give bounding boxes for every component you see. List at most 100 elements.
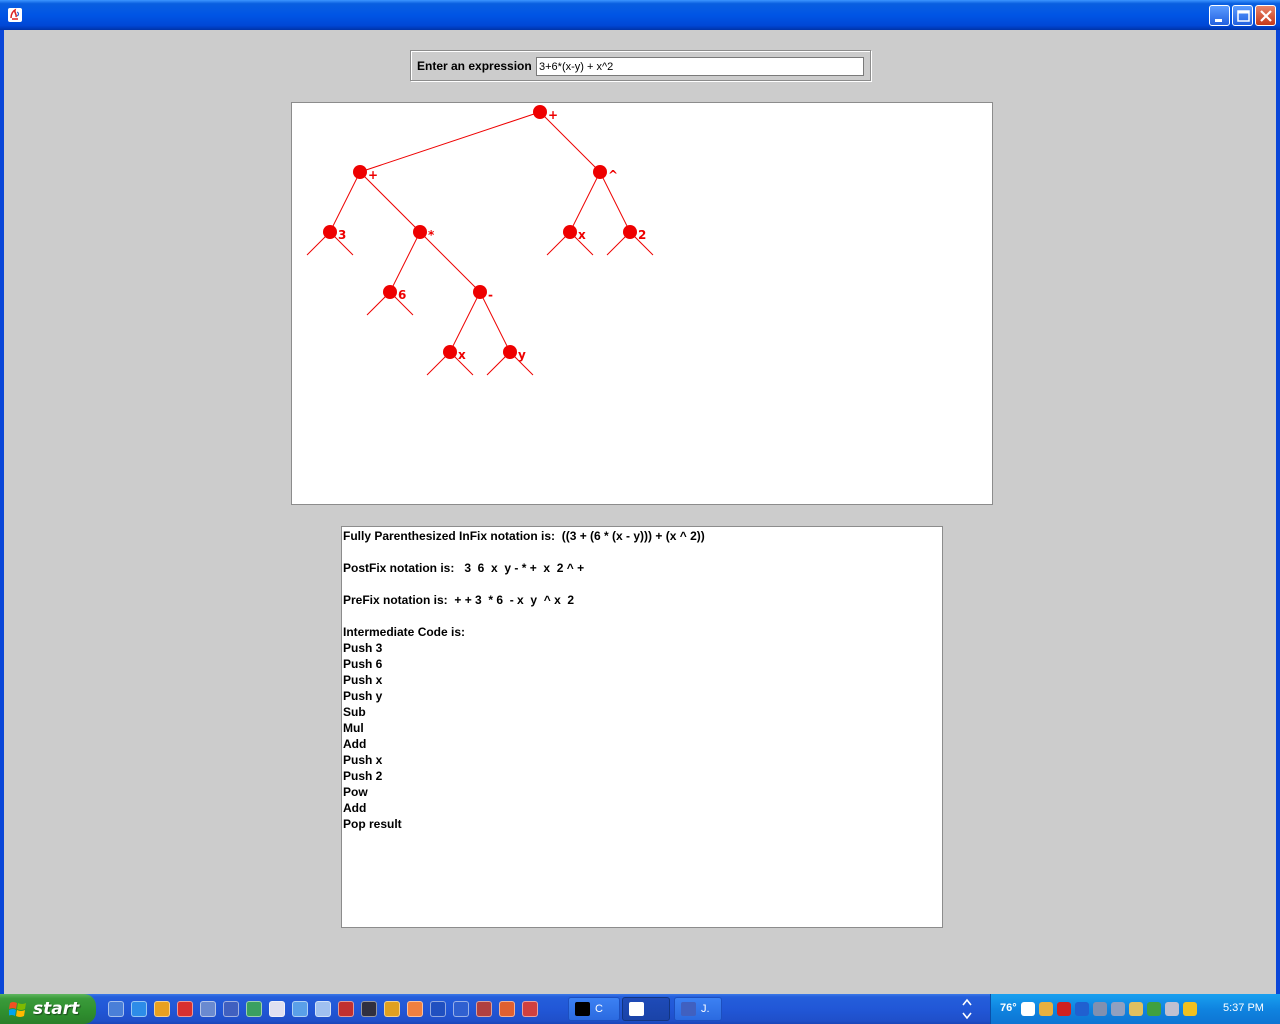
internet-explorer-icon[interactable] [131, 1001, 147, 1017]
tray-temperature[interactable]: 76° [1000, 1002, 1017, 1014]
tree-node-label: + [368, 168, 378, 182]
output-line: Push 6 [343, 657, 383, 671]
output-line: Pow [343, 785, 368, 799]
tree-node-label: 6 [398, 288, 406, 302]
windows-logo-icon [9, 1002, 26, 1017]
close-icon [1260, 10, 1272, 22]
tray-burger-icon[interactable] [1039, 1002, 1053, 1016]
messenger-icon[interactable] [246, 1001, 262, 1017]
output-line: Fully Parenthesized InFix notation is: (… [343, 529, 705, 543]
tray-msn-icon[interactable] [1129, 1002, 1143, 1016]
security-icon[interactable] [338, 1001, 354, 1017]
minimize-icon [1215, 19, 1222, 22]
tree-node-label: * [428, 228, 435, 242]
search-icon[interactable] [292, 1001, 308, 1017]
expression-tree-canvas: + + ^ 3 * x 2 6 - x y [291, 102, 993, 505]
tray-clock-icon[interactable] [1021, 1002, 1035, 1016]
tree-node [473, 285, 487, 299]
tray-device-icon[interactable] [1165, 1002, 1179, 1016]
output-line: Add [343, 801, 367, 815]
mail-icon[interactable] [269, 1001, 285, 1017]
java-launch-icon[interactable] [522, 1001, 538, 1017]
tree-node [353, 165, 367, 179]
output-line: Push x [343, 673, 383, 687]
output-line: PreFix notation is: + + 3 * 6 - x y ^ x … [343, 593, 575, 607]
tree-node [563, 225, 577, 239]
output-line: Push 3 [343, 641, 383, 655]
title-bar[interactable] [0, 0, 1280, 30]
pencil-icon[interactable] [384, 1001, 400, 1017]
tray-power-icon[interactable] [1183, 1002, 1197, 1016]
navigator-icon[interactable] [453, 1001, 469, 1017]
arrows-icon[interactable] [430, 1001, 446, 1017]
monitor-icon[interactable] [361, 1001, 377, 1017]
chevron-up-icon[interactable] [962, 998, 972, 1006]
output-line: Pop result [343, 817, 402, 831]
output-line: Push 2 [343, 769, 383, 783]
start-button[interactable]: start [0, 994, 96, 1024]
minimize-button[interactable] [1209, 5, 1230, 26]
system-tray: 76° 5:37 PM [990, 994, 1280, 1024]
start-label: start [33, 999, 80, 1019]
envelope-icon[interactable] [499, 1001, 515, 1017]
acrobat-icon[interactable] [177, 1001, 193, 1017]
output-line: Push y [343, 689, 383, 703]
close-button[interactable] [1255, 5, 1276, 26]
maximize-icon [1237, 10, 1250, 22]
jcreator-icon [681, 1002, 696, 1016]
tray-info-icon[interactable] [1075, 1002, 1089, 1016]
expression-tree: + + ^ 3 * x 2 6 - x y [306, 105, 654, 376]
tree-node [533, 105, 547, 119]
tree-node [623, 225, 637, 239]
tree-node-label: + [548, 108, 558, 122]
output-line: Add [343, 737, 367, 751]
output-text-area[interactable]: Fully Parenthesized InFix notation is: (… [341, 526, 943, 928]
expression-panel: Enter an expression [410, 50, 871, 81]
output-line: PostFix notation is: 3 6 x y - * + x 2 ^… [343, 561, 585, 575]
drive-icon[interactable] [315, 1001, 331, 1017]
taskbar: start C J. 76° 5:37 PM [0, 994, 1280, 1024]
tree-edge [359, 111, 541, 173]
tree-node-label: - [488, 288, 493, 302]
tree-node [413, 225, 427, 239]
network-icon[interactable] [407, 1001, 423, 1017]
tree-node-label: 3 [338, 228, 346, 242]
tree-node-label: x [578, 228, 586, 242]
clock[interactable]: 5:37 PM [1223, 1002, 1264, 1014]
output-line: Sub [343, 705, 366, 719]
chevron-down-icon[interactable] [962, 1012, 972, 1020]
tools-icon[interactable] [476, 1001, 492, 1017]
output-line: Push x [343, 753, 383, 767]
task-button-java-app[interactable] [622, 997, 670, 1021]
tree-node [383, 285, 397, 299]
tree-edge [479, 291, 511, 353]
expression-label: Enter an expression [417, 59, 532, 73]
tree-node [443, 345, 457, 359]
tree-node [593, 165, 607, 179]
tray-zonealarm-icon[interactable] [1057, 1002, 1071, 1016]
tree-edge [569, 171, 601, 233]
tree-edge [329, 171, 361, 233]
task-label: C [595, 1003, 603, 1015]
media-player-icon[interactable] [154, 1001, 170, 1017]
output-line: Intermediate Code is: [343, 625, 466, 639]
tree-node-label: y [518, 348, 526, 362]
cmd-icon [575, 1002, 590, 1016]
tray-network-icon[interactable] [1111, 1002, 1125, 1016]
tray-update-icon[interactable] [1147, 1002, 1161, 1016]
task-button-jcreator[interactable]: J. [674, 997, 722, 1021]
task-label: J. [701, 1003, 710, 1015]
taskbar-scroll-arrows[interactable] [958, 994, 976, 1024]
tree-node [323, 225, 337, 239]
maximize-button[interactable] [1232, 5, 1253, 26]
java-app-icon [8, 8, 22, 22]
printer-icon[interactable] [200, 1001, 216, 1017]
expression-input[interactable] [536, 57, 864, 76]
tree-node [503, 345, 517, 359]
quick-launch-icon[interactable] [108, 1001, 124, 1017]
jcreator-launch-icon[interactable] [223, 1001, 239, 1017]
tree-edge [449, 291, 481, 353]
tray-audio-icon[interactable] [1093, 1002, 1107, 1016]
java-icon [629, 1002, 644, 1016]
task-button-console[interactable]: C [568, 997, 620, 1021]
